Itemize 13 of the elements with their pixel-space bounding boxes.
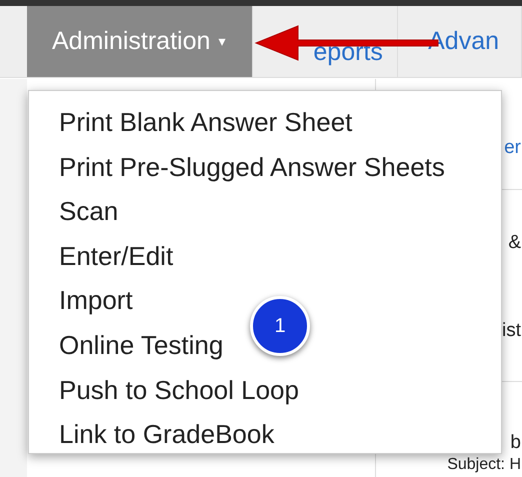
menu-item[interactable]: Enter/Edit: [29, 234, 501, 278]
menu-item[interactable]: Scan: [29, 189, 501, 234]
subject-label: Subject: H: [447, 456, 521, 474]
body-text: b: [510, 431, 521, 455]
menu-item[interactable]: Link to GradeBook: [29, 412, 501, 457]
caret-icon: ▾: [218, 31, 226, 52]
nav-tab[interactable]: Administration ▾: [27, 6, 254, 77]
menu-item[interactable]: Print Blank Answer Sheet: [29, 100, 501, 145]
menu-item[interactable]: Push to School Loop: [29, 368, 501, 412]
link-text[interactable]: er: [504, 134, 521, 162]
body-text: &: [508, 231, 521, 255]
menu-item[interactable]: Print Pre-Slugged Answer Sheets: [29, 144, 501, 190]
body-text: ist: [502, 319, 521, 343]
